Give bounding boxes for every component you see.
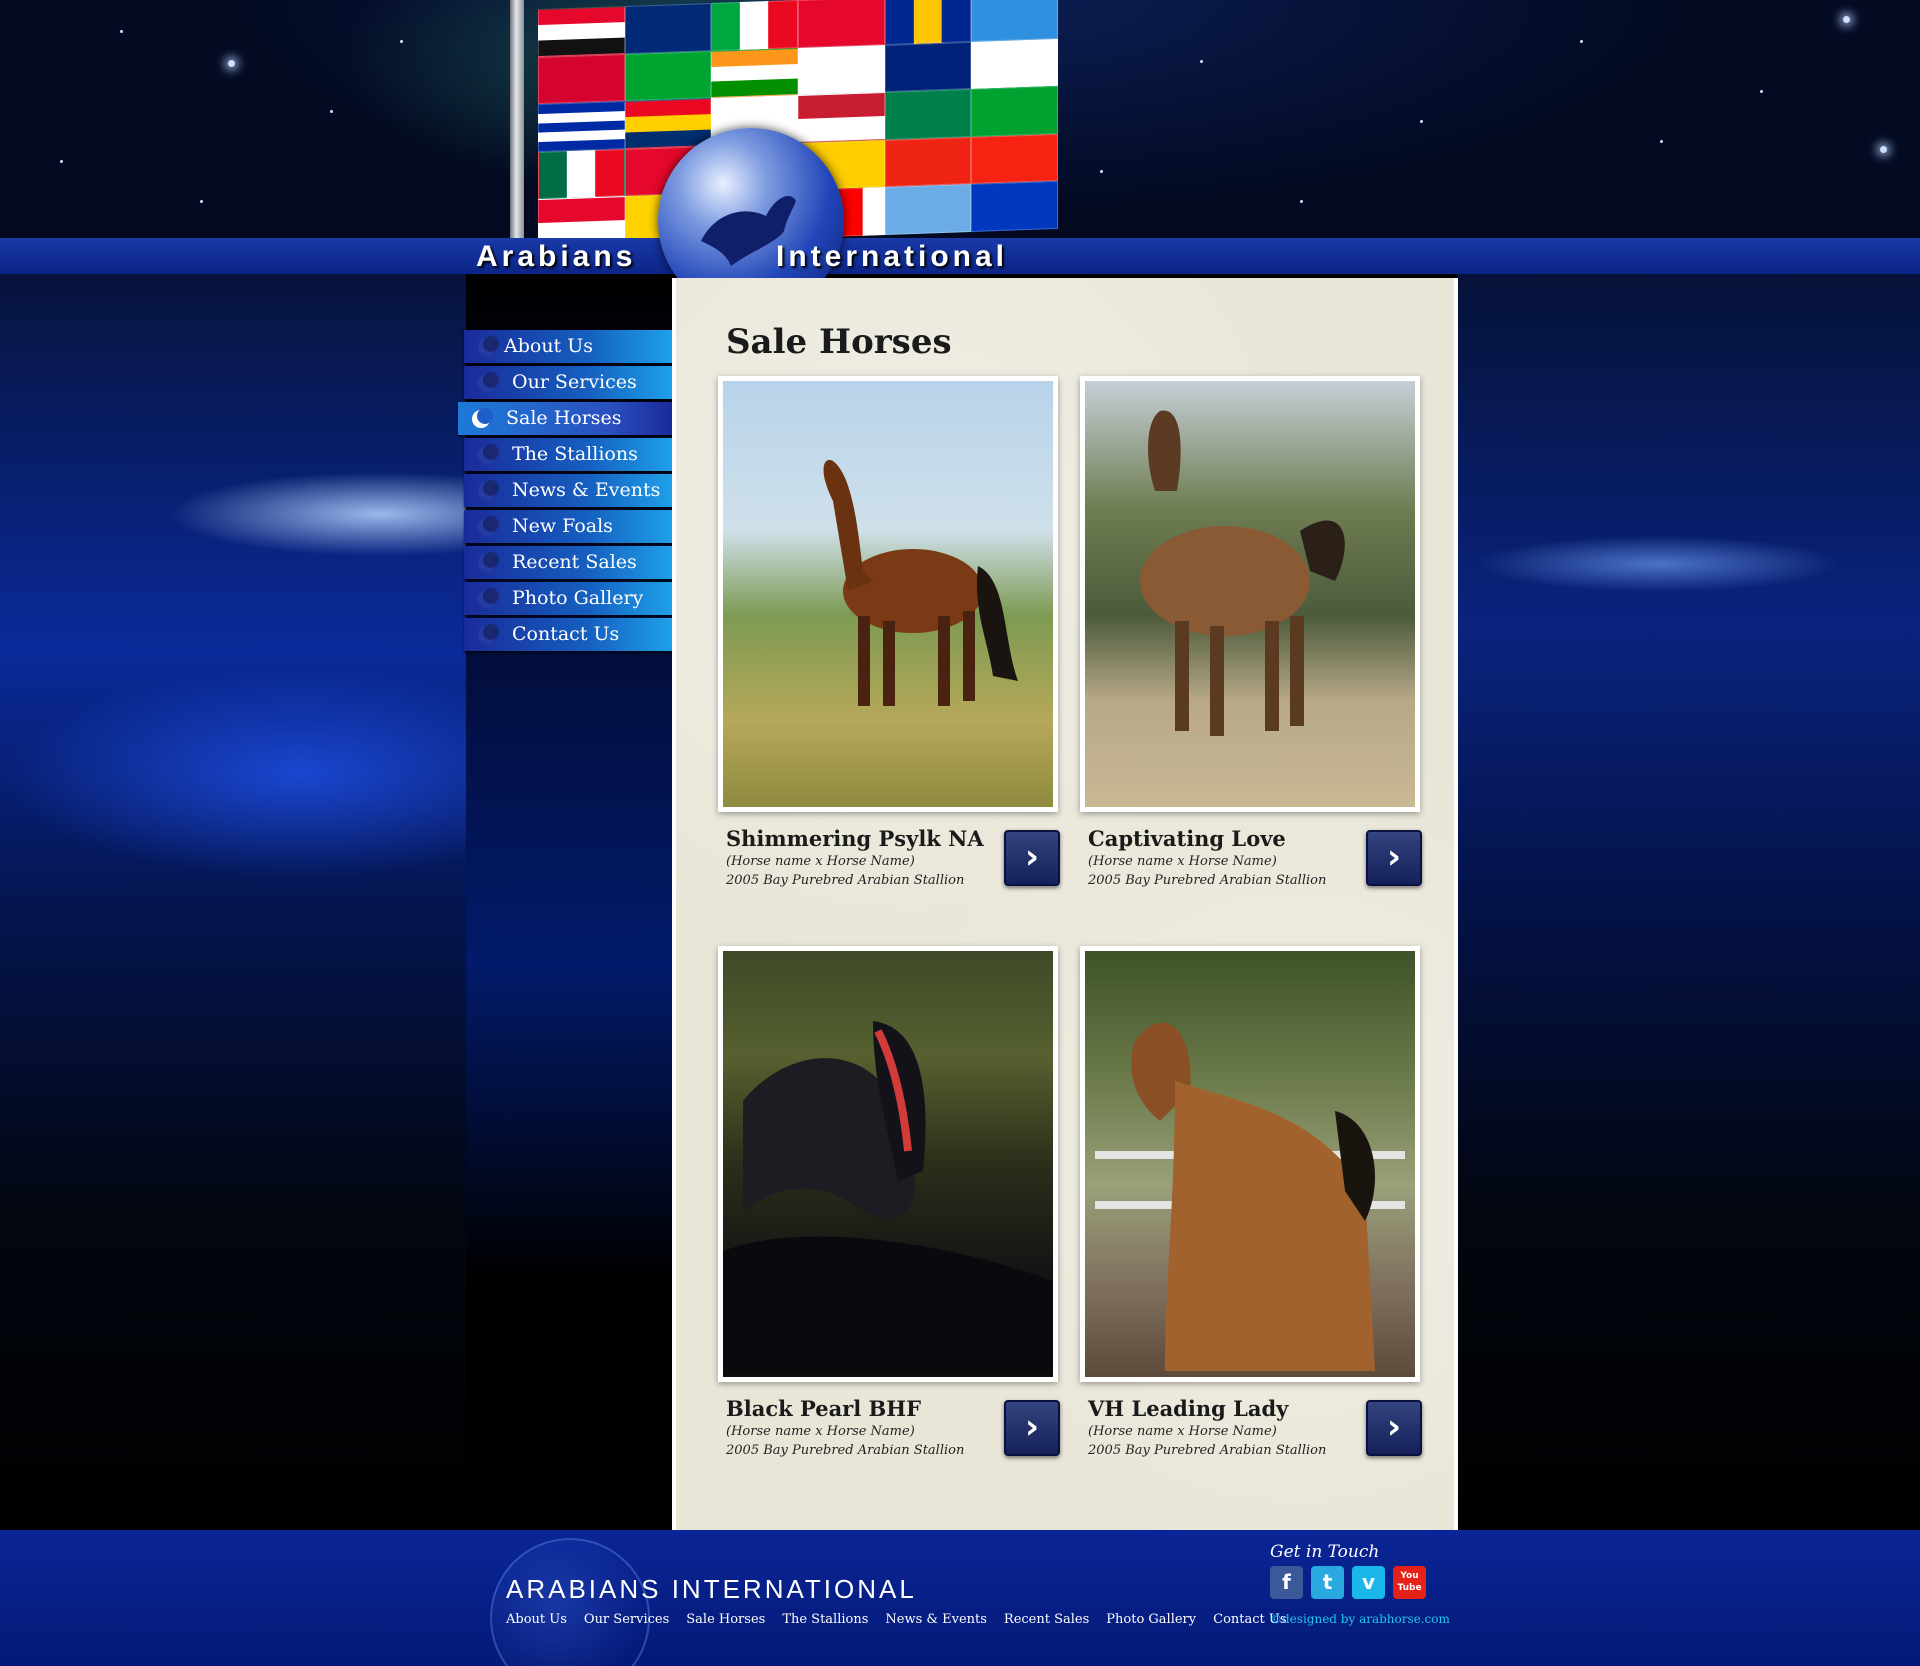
nav-label: Our Services	[512, 371, 637, 393]
flagpole	[510, 0, 524, 238]
nav-item-the-stallions[interactable]: The Stallions	[464, 438, 672, 471]
nav-label: Contact Us	[512, 623, 620, 645]
star-icon	[1843, 16, 1850, 23]
ocean-scene-right	[1458, 274, 1920, 1530]
view-horse-button[interactable]: ›	[1366, 1400, 1422, 1456]
horse-pedigree: (Horse name x Horse Name)	[1088, 854, 1277, 869]
youtube-icon[interactable]: You Tube	[1393, 1566, 1426, 1599]
horse-illustration	[1140, 410, 1345, 736]
chevron-right-icon: ›	[1024, 1407, 1039, 1447]
nav-label: About Us	[504, 335, 593, 357]
vimeo-icon[interactable]: v	[1352, 1566, 1385, 1599]
horse-photo[interactable]	[718, 376, 1058, 812]
footer-link-photo-gallery[interactable]: Photo Gallery	[1106, 1612, 1196, 1627]
horse-name[interactable]: VH Leading Lady	[1088, 1396, 1288, 1421]
get-in-touch-label: Get in Touch	[1270, 1542, 1380, 1562]
nav-item-photo-gallery[interactable]: Photo Gallery	[464, 582, 672, 615]
horse-photo[interactable]	[718, 946, 1058, 1382]
crescent-moon-icon	[478, 338, 496, 356]
nav-item-news-events[interactable]: News & Events	[464, 474, 672, 507]
nav-label: Recent Sales	[512, 551, 637, 573]
horse-card: Shimmering Psylk NA (Horse name x Horse …	[718, 376, 1060, 888]
crescent-moon-icon	[478, 626, 496, 644]
crescent-moon-icon	[478, 554, 496, 572]
star-icon	[228, 60, 235, 67]
footer-brand: ARABIANS INTERNATIONAL	[506, 1574, 917, 1604]
horse-card: VH Leading Lady (Horse name x Horse Name…	[1080, 946, 1422, 1458]
horse-description: 2005 Bay Purebred Arabian Stallion	[726, 1443, 965, 1458]
nav-label: News & Events	[512, 479, 661, 501]
horse-card: Black Pearl BHF (Horse name x Horse Name…	[718, 946, 1060, 1458]
crescent-moon-icon	[478, 518, 496, 536]
footer-nav: About Us Our Services Sale Horses The St…	[506, 1612, 1287, 1627]
logo-word-international: International	[776, 240, 1009, 273]
nav-item-recent-sales[interactable]: Recent Sales	[464, 546, 672, 579]
horse-illustration	[1095, 1022, 1405, 1371]
nav-item-contact-us[interactable]: Contact Us	[464, 618, 672, 651]
chevron-right-icon: ›	[1024, 837, 1039, 877]
crescent-moon-icon	[472, 408, 493, 428]
crescent-moon-icon	[478, 446, 496, 464]
nav-label: New Foals	[512, 515, 613, 537]
designer-credit-link[interactable]: ©designed by arabhorse.com	[1270, 1612, 1450, 1626]
horse-description: 2005 Bay Purebred Arabian Stallion	[1088, 873, 1327, 888]
crescent-moon-icon	[478, 590, 496, 608]
horse-illustration	[823, 460, 1018, 706]
footer-link-our-services[interactable]: Our Services	[584, 1612, 669, 1627]
crescent-moon-icon	[478, 374, 496, 392]
chevron-right-icon: ›	[1386, 837, 1401, 877]
footer-link-the-stallions[interactable]: The Stallions	[782, 1612, 868, 1627]
horse-name[interactable]: Black Pearl BHF	[726, 1396, 921, 1421]
view-horse-button[interactable]: ›	[1004, 830, 1060, 886]
chevron-right-icon: ›	[1386, 1407, 1401, 1447]
footer-link-news-events[interactable]: News & Events	[885, 1612, 987, 1627]
content-panel: Sale Horses Shimmering Psylk NA (Horse n…	[672, 278, 1458, 1530]
horse-pedigree: (Horse name x Horse Name)	[726, 1424, 915, 1439]
nav-item-sale-horses[interactable]: Sale Horses	[458, 402, 672, 435]
main-nav: About Us Our Services Sale Horses The St…	[458, 330, 672, 654]
nav-label: Photo Gallery	[512, 587, 644, 609]
horse-name[interactable]: Captivating Love	[1088, 826, 1286, 851]
horse-description: 2005 Bay Purebred Arabian Stallion	[1088, 1443, 1327, 1458]
footer-link-sale-horses[interactable]: Sale Horses	[686, 1612, 765, 1627]
horse-pedigree: (Horse name x Horse Name)	[1088, 1424, 1277, 1439]
nav-label: The Stallions	[512, 443, 638, 465]
nav-item-about-us[interactable]: About Us	[464, 330, 672, 363]
view-horse-button[interactable]: ›	[1004, 1400, 1060, 1456]
nav-label: Sale Horses	[506, 407, 622, 429]
horse-illustration	[723, 1021, 1053, 1371]
social-links: f t v You Tube	[1270, 1566, 1426, 1599]
footer-link-recent-sales[interactable]: Recent Sales	[1004, 1612, 1089, 1627]
facebook-icon[interactable]: f	[1270, 1566, 1303, 1599]
twitter-icon[interactable]: t	[1311, 1566, 1344, 1599]
horse-card: Captivating Love (Horse name x Horse Nam…	[1080, 376, 1422, 888]
horse-description: 2005 Bay Purebred Arabian Stallion	[726, 873, 965, 888]
horse-pedigree: (Horse name x Horse Name)	[726, 854, 915, 869]
view-horse-button[interactable]: ›	[1366, 830, 1422, 886]
horse-photo[interactable]	[1080, 376, 1420, 812]
ocean-scene-left	[0, 274, 466, 1530]
horse-name[interactable]: Shimmering Psylk NA	[726, 826, 984, 851]
star-icon	[1880, 146, 1887, 153]
footer-link-about-us[interactable]: About Us	[506, 1612, 567, 1627]
footer: ARABIANS INTERNATIONAL About Us Our Serv…	[0, 1530, 1920, 1666]
page-title: Sale Horses	[726, 322, 952, 362]
horse-photo[interactable]	[1080, 946, 1420, 1382]
nav-item-new-foals[interactable]: New Foals	[464, 510, 672, 543]
logo-word-arabians: Arabians	[476, 240, 637, 273]
crescent-moon-icon	[478, 482, 496, 500]
nav-item-our-services[interactable]: Our Services	[464, 366, 672, 399]
